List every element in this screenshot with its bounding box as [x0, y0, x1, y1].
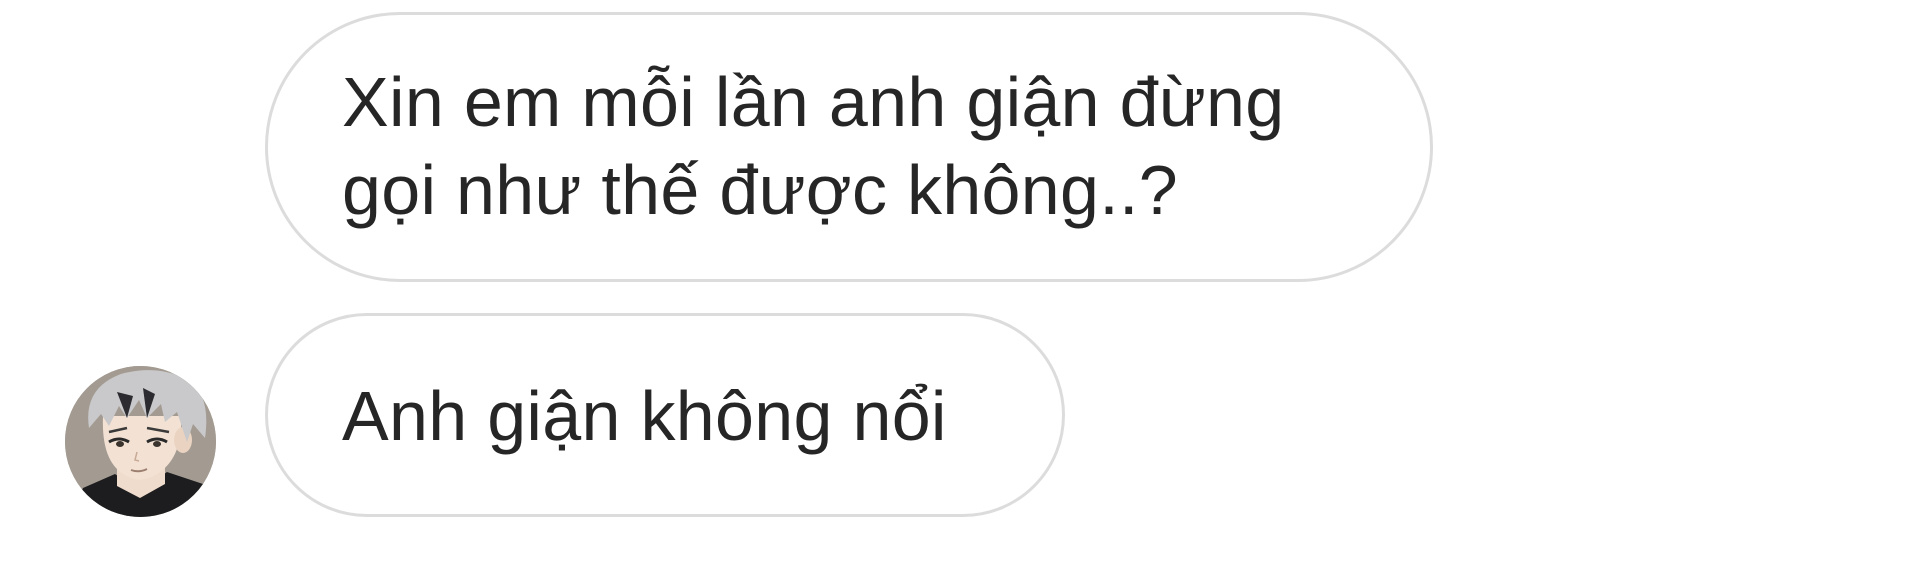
- message-bubble[interactable]: Xin em mỗi lần anh giận đừng gọi như thế…: [265, 12, 1433, 282]
- message-text-line: Anh giận không nổi: [342, 377, 947, 455]
- message-text-line: gọi như thế được không..?: [342, 151, 1178, 229]
- avatar[interactable]: [65, 366, 216, 517]
- message-text-line: Xin em mỗi lần anh giận đừng: [342, 63, 1285, 141]
- message-bubble[interactable]: Anh giận không nổi: [265, 313, 1065, 517]
- chat-thread: Xin em mỗi lần anh giận đừng gọi như thế…: [0, 0, 1920, 575]
- avatar-image: [65, 366, 216, 517]
